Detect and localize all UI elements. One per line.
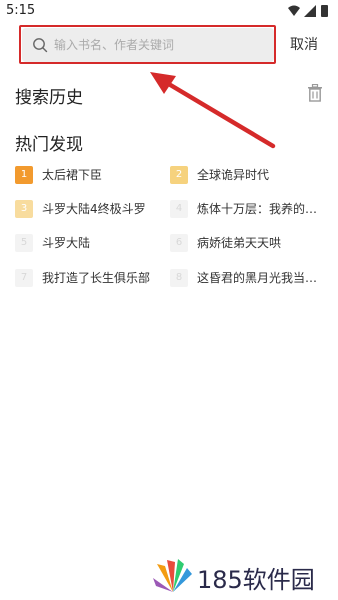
hot-item[interactable]: 8 这昏君的黑月光我当… <box>170 268 320 290</box>
hot-item[interactable]: 7 我打造了长生俱乐部 <box>15 268 165 290</box>
hot-item-label: 这昏君的黑月光我当… <box>197 271 318 285</box>
hot-item-label: 太后裙下臣 <box>42 168 103 182</box>
hot-item-label: 全球诡异时代 <box>197 168 270 182</box>
rank-badge: 1 <box>15 166 33 184</box>
hot-item-label: 炼体十万层：我养的… <box>197 202 318 216</box>
search-bar: 取消 <box>0 22 338 66</box>
hot-item[interactable]: 4 炼体十万层：我养的… <box>170 199 320 221</box>
cancel-button[interactable]: 取消 <box>290 34 318 54</box>
wifi-icon <box>288 5 300 16</box>
hot-item[interactable]: 6 病娇徒弟天天哄 <box>170 233 320 255</box>
hot-item[interactable]: 3 斗罗大陆4终极斗罗 <box>15 199 165 221</box>
hot-item-label: 斗罗大陆4终极斗罗 <box>42 202 146 216</box>
rank-badge: 4 <box>170 200 188 218</box>
hot-title: 热门发现 <box>15 135 83 155</box>
annotation-arrow <box>150 72 276 149</box>
rank-badge: 2 <box>170 166 188 184</box>
hot-item-label: 病娇徒弟天天哄 <box>197 236 282 250</box>
battery-icon <box>321 5 328 17</box>
status-time: 5:15 <box>6 3 36 18</box>
signal-icon <box>304 5 316 17</box>
rank-badge: 6 <box>170 234 188 252</box>
trash-icon[interactable] <box>307 84 323 102</box>
rank-badge: 7 <box>15 269 33 287</box>
hot-item-label: 我打造了长生俱乐部 <box>42 271 151 285</box>
search-highlight-box <box>19 25 276 64</box>
watermark: 185软件园 <box>153 558 328 594</box>
rank-badge: 3 <box>15 200 33 218</box>
rank-badge: 8 <box>170 269 188 287</box>
hot-item[interactable]: 2 全球诡异时代 <box>170 165 320 187</box>
status-icons <box>288 5 328 17</box>
status-bar: 5:15 <box>0 0 338 22</box>
hot-item[interactable]: 5 斗罗大陆 <box>15 233 165 255</box>
watermark-logo <box>153 559 192 592</box>
rank-badge: 5 <box>15 234 33 252</box>
hot-item[interactable]: 1 太后裙下臣 <box>15 165 165 187</box>
hot-item-label: 斗罗大陆 <box>42 236 91 250</box>
history-title: 搜索历史 <box>15 88 83 108</box>
watermark-text: 185软件园 <box>197 566 315 594</box>
